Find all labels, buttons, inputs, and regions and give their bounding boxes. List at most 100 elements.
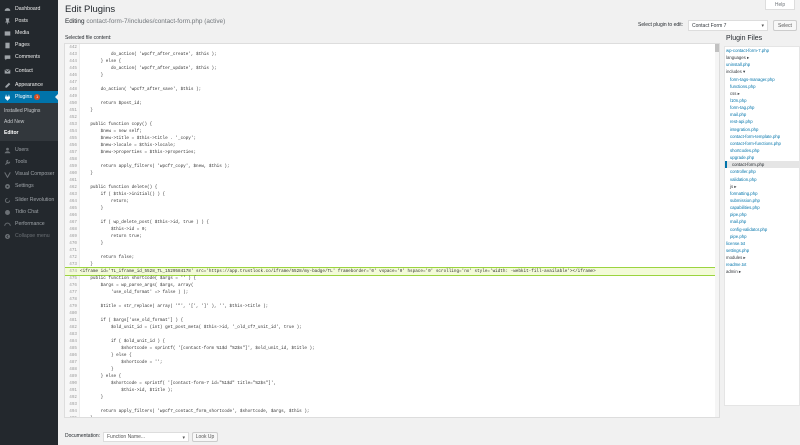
code-line[interactable]: 466 — [65, 212, 719, 219]
code-line[interactable]: 461 — [65, 177, 719, 184]
sidebar-item-plugins[interactable]: Plugins 1 — [0, 91, 58, 103]
function-name-select[interactable]: Function Name... ▾ — [103, 432, 189, 442]
code-line[interactable]: 456 $new->locale = $this->locale; — [65, 142, 719, 149]
file-tree-file[interactable]: readme.txt — [725, 261, 799, 268]
code-line[interactable]: 495 } — [65, 415, 719, 417]
file-tree-folder[interactable]: css ▸ — [725, 90, 799, 97]
code-line[interactable]: 469 return true; — [65, 233, 719, 240]
code-line[interactable]: 476 $args = wp_parse_args( $args, array( — [65, 282, 719, 289]
sidebar-item-pages[interactable]: Pages — [0, 39, 58, 51]
sidebar-item-posts[interactable]: Posts — [0, 15, 58, 27]
file-tree-file[interactable]: controller.php — [725, 168, 799, 175]
file-tree-file[interactable]: config-validator.php — [725, 226, 799, 233]
code-line[interactable]: 483 — [65, 331, 719, 338]
code-line[interactable]: 488 } — [65, 366, 719, 373]
code-line[interactable]: 446 } — [65, 72, 719, 79]
code-line[interactable]: 472 return false; — [65, 254, 719, 261]
sidebar-item-comments[interactable]: Comments — [0, 51, 58, 63]
file-tree-file[interactable]: mail.php — [725, 218, 799, 225]
code-line[interactable]: 448 do_action( 'wpcf7_after_save', $this… — [65, 86, 719, 93]
code-line[interactable]: 452 — [65, 114, 719, 121]
file-tree-file[interactable]: contact-form-template.php — [725, 133, 799, 140]
code-line[interactable]: 455 $new->title = $this->title . '_copy'… — [65, 135, 719, 142]
file-tree-file[interactable]: pipe.php — [725, 233, 799, 240]
file-tree-file[interactable]: submission.php — [725, 197, 799, 204]
code-line[interactable]: 453 public function copy() { — [65, 121, 719, 128]
code-line[interactable]: 465 } — [65, 205, 719, 212]
file-tree-folder[interactable]: modules ▸ — [725, 254, 799, 261]
submenu-item-installed-plugins[interactable]: Installed Plugins — [0, 105, 58, 116]
code-line[interactable]: 467 if ( wp_delete_post( $this->id, true… — [65, 219, 719, 226]
code-line[interactable]: 492 } — [65, 394, 719, 401]
editor-scroll-thumb[interactable] — [715, 44, 719, 52]
file-tree-file[interactable]: l10n.php — [725, 97, 799, 104]
file-tree-file[interactable]: upgrade.php — [725, 154, 799, 161]
code-editor[interactable]: 442 443 do_action( 'wpcf7_after_create',… — [64, 43, 720, 418]
sidebar-item-dashboard[interactable]: Dashboard — [0, 3, 58, 15]
code-line[interactable]: 481 if ( $args['use_old_format'] ) { — [65, 317, 719, 324]
file-tree-folder[interactable]: js ▸ — [725, 183, 799, 190]
code-line[interactable]: 486 } else { — [65, 352, 719, 359]
help-tab-button[interactable]: Help — [765, 0, 795, 10]
file-tree-file[interactable]: capabilities.php — [725, 204, 799, 211]
file-tree-file[interactable]: validation.php — [725, 176, 799, 183]
code-line[interactable]: 442 — [65, 44, 719, 51]
code-line[interactable]: 480 — [65, 310, 719, 317]
code-line[interactable]: 490 $shortcode = sprintf( '[contact-form… — [65, 380, 719, 387]
code-line[interactable]: 470 } — [65, 240, 719, 247]
code-line[interactable]: 477 'use_old_format' => false ) ); — [65, 289, 719, 296]
file-tree-current-file[interactable]: contact-form.php — [725, 161, 799, 169]
file-tree-file[interactable]: rest-api.php — [725, 118, 799, 125]
file-tree-file[interactable]: form-tag.php — [725, 104, 799, 111]
file-tree-file[interactable]: functions.php — [725, 83, 799, 90]
code-line[interactable]: 479 $title = str_replace( array( '"', '[… — [65, 303, 719, 310]
sidebar-item-tools[interactable]: Tools — [0, 156, 58, 168]
sidebar-item-visual-composer[interactable]: Visual Composer — [0, 168, 58, 180]
file-tree-file[interactable]: contact-form-functions.php — [725, 140, 799, 147]
code-line[interactable]: 475 public function shortcode( $args = '… — [65, 275, 719, 282]
file-tree-folder[interactable]: includes ▾ — [725, 68, 799, 75]
submenu-item-add-new[interactable]: Add New — [0, 116, 58, 127]
sidebar-item-contact[interactable]: Contact — [0, 65, 58, 77]
code-line[interactable]: 454 $new = new self; — [65, 128, 719, 135]
file-tree-file[interactable]: uninstall.php — [725, 61, 799, 68]
code-line[interactable]: 451 } — [65, 107, 719, 114]
code-line[interactable]: 464 return; — [65, 198, 719, 205]
file-tree-file[interactable]: wp-contact-form-7.php — [725, 47, 799, 54]
sidebar-item-settings[interactable]: Settings — [0, 180, 58, 192]
code-line[interactable]: 487 $shortcode = ''; — [65, 359, 719, 366]
code-line[interactable]: 471 — [65, 247, 719, 254]
code-line[interactable]: 485 $shortcode = sprintf( '[contact-form… — [65, 345, 719, 352]
code-line[interactable]: 444 } else { — [65, 58, 719, 65]
code-line[interactable]: 458 — [65, 156, 719, 163]
file-tree-file[interactable]: mail.php — [725, 111, 799, 118]
code-line[interactable]: 478 — [65, 296, 719, 303]
file-tree-file[interactable]: pipe.php — [725, 211, 799, 218]
file-tree-folder[interactable]: admin ▸ — [725, 268, 799, 275]
file-tree-file[interactable]: formatting.php — [725, 190, 799, 197]
file-tree-file[interactable]: integration.php — [725, 126, 799, 133]
sidebar-item-users[interactable]: Users — [0, 144, 58, 156]
code-line[interactable]: 445 do_action( 'wpcf7_after_update', $th… — [65, 65, 719, 72]
highlighted-code-line[interactable]: 474 <iframe id='TL_iframe_id_5528_TL_1529… — [65, 267, 719, 276]
code-line[interactable]: 459 return apply_filters( 'wpcf7_copy', … — [65, 163, 719, 170]
code-line[interactable]: 443 do_action( 'wpcf7_after_create', $th… — [65, 51, 719, 58]
code-line[interactable]: 447 — [65, 79, 719, 86]
sidebar-item-tidio-chat[interactable]: Tidio Chat — [0, 206, 58, 218]
file-tree-file[interactable]: shortcodes.php — [725, 147, 799, 154]
code-line[interactable]: 463 if ( $this->initial() ) { — [65, 191, 719, 198]
code-line[interactable]: 457 $new->properties = $this->properties… — [65, 149, 719, 156]
code-line[interactable]: 494 return apply_filters( 'wpcf7_contact… — [65, 408, 719, 415]
code-line[interactable]: 489 } else { — [65, 373, 719, 380]
sidebar-item-performance[interactable]: Performance — [0, 218, 58, 230]
editor-scrollbar[interactable] — [715, 44, 719, 417]
code-line[interactable]: 468 $this->id = 0; — [65, 226, 719, 233]
code-line[interactable]: 462 public function delete() { — [65, 184, 719, 191]
submenu-item-editor[interactable]: Editor — [0, 127, 58, 138]
file-tree-file[interactable]: form-tags-manager.php — [725, 76, 799, 83]
code-line[interactable]: 449 — [65, 93, 719, 100]
code-line[interactable]: 482 $old_unit_id = (int) get_post_meta( … — [65, 324, 719, 331]
code-line[interactable]: 484 if ( $old_unit_id ) { — [65, 338, 719, 345]
code-line[interactable]: 473 } — [65, 261, 719, 268]
file-tree-folder[interactable]: languages ▸ — [725, 54, 799, 61]
